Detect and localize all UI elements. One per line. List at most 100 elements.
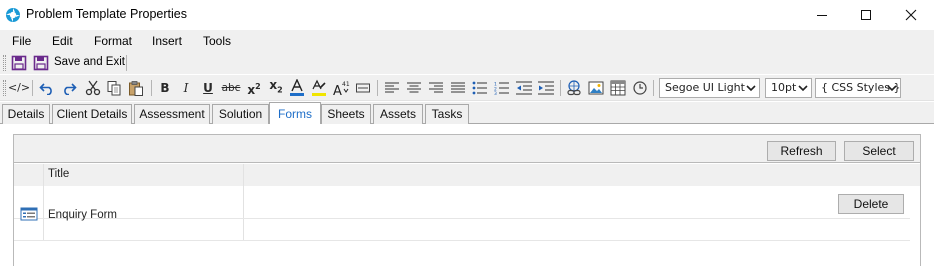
undo-button[interactable] [38, 79, 56, 97]
tab-tasks[interactable]: Tasks [425, 104, 469, 124]
tab-assets[interactable]: Assets [373, 104, 423, 124]
grid-header: Title [14, 164, 920, 186]
menu-file[interactable]: File [12, 34, 31, 48]
insert-time-button[interactable] [631, 79, 649, 97]
chevron-down-icon [798, 85, 808, 92]
toolbar-separator [32, 80, 33, 96]
clock-icon [633, 81, 647, 95]
tab-sheets[interactable]: Sheets [321, 104, 371, 124]
toolbar-separator [560, 80, 561, 96]
font-family-value: Segoe UI Light [665, 81, 745, 94]
align-left-button[interactable] [383, 79, 401, 97]
justify-button[interactable] [449, 79, 467, 97]
horizontal-rule-button[interactable] [354, 79, 372, 97]
form-title[interactable]: Enquiry Form [48, 209, 117, 221]
align-right-button[interactable] [427, 79, 445, 97]
italic-button[interactable]: I [177, 79, 195, 97]
toolbar-separator [653, 80, 654, 96]
font-size-button[interactable]: A 41 [332, 79, 350, 97]
bullet-list-icon [472, 81, 487, 95]
justify-icon [451, 82, 465, 93]
save-toolbar: Save and Exit [0, 52, 934, 74]
bold-icon: B [160, 81, 170, 95]
tab-forms[interactable]: Forms [269, 102, 321, 125]
grid-divider [14, 240, 910, 241]
window-title: Problem Template Properties [26, 7, 187, 21]
font-color-button[interactable] [288, 79, 306, 97]
grid-divider [43, 164, 44, 241]
copy-icon [107, 81, 121, 96]
delete-button[interactable]: Delete [838, 194, 904, 214]
cut-button[interactable] [84, 79, 102, 97]
svg-text:41: 41 [342, 81, 350, 88]
tab-strip: Details Client Details Assessment Soluti… [0, 102, 934, 125]
menu-tools[interactable]: Tools [203, 34, 231, 48]
copy-button[interactable] [105, 79, 123, 97]
minimize-button[interactable] [799, 0, 845, 30]
image-icon [588, 81, 604, 95]
highlight-button[interactable] [310, 79, 328, 97]
horizontal-rule-icon [356, 83, 370, 93]
column-header-title[interactable]: Title [48, 168, 69, 180]
bold-button[interactable]: B [156, 79, 174, 97]
underline-button[interactable]: U [199, 79, 217, 97]
maximize-button[interactable] [843, 0, 889, 30]
html-source-button[interactable]: </> [7, 79, 31, 97]
table-icon [610, 80, 626, 96]
menu-edit[interactable]: Edit [52, 34, 73, 48]
save-and-exit-icon [33, 55, 49, 71]
insert-table-button[interactable] [609, 79, 627, 97]
subscript-button[interactable]: x2 [267, 78, 285, 97]
numbered-list-button[interactable]: 123 [493, 79, 511, 97]
toolbar-separator [126, 55, 127, 71]
font-family-select[interactable]: Segoe UI Light [659, 78, 760, 98]
save-and-exit-icon-button[interactable] [32, 54, 50, 72]
numbered-list-icon: 123 [494, 82, 509, 95]
insert-image-button[interactable] [587, 79, 605, 97]
close-icon [905, 9, 917, 21]
maximize-icon [861, 10, 871, 20]
toolbar-grip[interactable] [3, 55, 6, 71]
css-styles-select[interactable]: { CSS Styles } [815, 78, 901, 98]
tab-solution[interactable]: Solution [212, 104, 269, 124]
align-right-icon [429, 82, 443, 93]
link-icon [567, 80, 581, 96]
redo-button[interactable] [60, 79, 78, 97]
save-icon [11, 55, 27, 71]
toolbar-separator [151, 80, 152, 96]
insert-link-button[interactable] [565, 79, 583, 97]
outdent-button[interactable] [515, 79, 533, 97]
paste-icon [129, 81, 143, 96]
app-logo-icon [5, 7, 21, 23]
strikethrough-button[interactable]: abc [221, 79, 241, 97]
tab-details[interactable]: Details [2, 104, 50, 124]
save-button[interactable] [10, 54, 28, 72]
refresh-button[interactable]: Refresh [767, 141, 836, 161]
tab-client-details[interactable]: Client Details [52, 104, 132, 124]
superscript-button[interactable]: x2 [245, 79, 263, 97]
bullet-list-button[interactable] [471, 79, 489, 97]
toolbar-grip[interactable] [3, 80, 6, 96]
close-button[interactable] [888, 0, 934, 30]
menu-bar: File Edit Format Insert Tools [0, 30, 934, 52]
forms-tab-content: Refresh Select Title Enquiry Form Delete [0, 124, 934, 266]
superscript-icon: x2 [247, 81, 261, 97]
menu-format[interactable]: Format [94, 34, 132, 48]
paste-button[interactable] [127, 79, 145, 97]
svg-text:A: A [333, 84, 342, 97]
align-center-button[interactable] [405, 79, 423, 97]
indent-button[interactable] [537, 79, 555, 97]
tab-assessment[interactable]: Assessment [134, 104, 210, 124]
save-and-exit-button[interactable]: Save and Exit [54, 56, 125, 68]
minimize-icon [817, 15, 827, 16]
font-size-select[interactable]: 10pt [765, 78, 812, 98]
underline-icon: U [203, 81, 213, 95]
subscript-icon: x2 [269, 78, 283, 95]
outdent-icon [516, 81, 532, 95]
cut-icon [85, 80, 101, 96]
code-icon: </> [7, 81, 31, 94]
redo-icon [64, 83, 77, 95]
select-button[interactable]: Select [844, 141, 914, 161]
font-size-value: 10pt [771, 81, 797, 94]
menu-insert[interactable]: Insert [152, 34, 182, 48]
